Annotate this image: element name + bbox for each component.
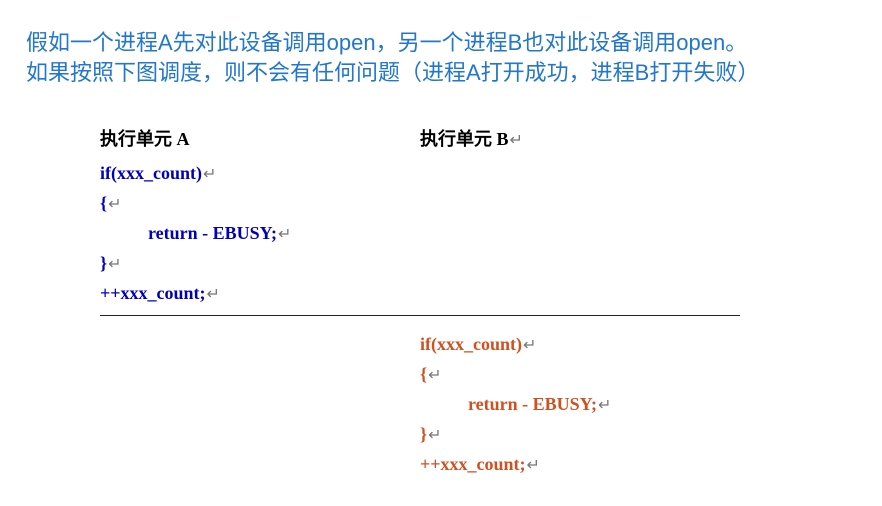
- code-b-block-row: if(xxx_count)↵ {↵ return - EBUSY;↵ }↵ ++…: [100, 330, 740, 480]
- code-a-line-5: ++xxx_count;↵: [100, 279, 420, 309]
- enter-mark-icon: ↵: [527, 457, 540, 474]
- code-a-line-4: }↵: [100, 249, 420, 279]
- enter-mark-icon: ↵: [510, 132, 523, 149]
- code-a-block: if(xxx_count)↵ {↵ return - EBUSY;↵ }↵ ++…: [100, 159, 420, 309]
- code-b-empty-upper: [420, 159, 740, 309]
- enter-mark-icon: ↵: [428, 367, 441, 384]
- enter-mark-icon: ↵: [207, 286, 220, 303]
- enter-mark-icon: ↵: [278, 226, 291, 243]
- header-b-label: 执行单元 B: [420, 129, 509, 149]
- enter-mark-icon: ↵: [523, 337, 536, 354]
- code-a-line-3: return - EBUSY;↵: [100, 219, 420, 249]
- code-b-line-1: if(xxx_count)↵: [420, 330, 740, 360]
- enter-mark-icon: ↵: [598, 397, 611, 414]
- header-a-label: 执行单元 A: [100, 129, 190, 149]
- code-a-line-1: if(xxx_count)↵: [100, 159, 420, 189]
- code-a-block-row: if(xxx_count)↵ {↵ return - EBUSY;↵ }↵ ++…: [100, 159, 740, 309]
- title-block: 假如一个进程A先对此设备调用open，另一个进程B也对此设备调用open。 如果…: [26, 28, 882, 88]
- code-b-line-3: return - EBUSY;↵: [420, 390, 740, 420]
- code-a-empty-lower: [100, 330, 420, 480]
- code-b-line-4: }↵: [420, 420, 740, 450]
- code-comparison-table: 执行单元 A 执行单元 B↵ if(xxx_count)↵ {↵ return …: [100, 125, 740, 480]
- code-b-line-2: {↵: [420, 360, 740, 390]
- code-b-block: if(xxx_count)↵ {↵ return - EBUSY;↵ }↵ ++…: [420, 330, 740, 480]
- code-b-line-5: ++xxx_count;↵: [420, 450, 740, 480]
- header-col-a: 执行单元 A: [100, 125, 420, 159]
- code-a-line-2: {↵: [100, 189, 420, 219]
- horizontal-divider: [100, 315, 740, 316]
- enter-mark-icon: ↵: [203, 166, 216, 183]
- enter-mark-icon: ↵: [108, 256, 121, 273]
- enter-mark-icon: ↵: [428, 427, 441, 444]
- header-row: 执行单元 A 执行单元 B↵: [100, 125, 740, 159]
- header-col-b: 执行单元 B↵: [420, 125, 740, 159]
- title-line-1: 假如一个进程A先对此设备调用open，另一个进程B也对此设备调用open。: [26, 28, 882, 58]
- title-line-2: 如果按照下图调度，则不会有任何问题（进程A打开成功，进程B打开失败）: [26, 58, 882, 88]
- enter-mark-icon: ↵: [108, 196, 121, 213]
